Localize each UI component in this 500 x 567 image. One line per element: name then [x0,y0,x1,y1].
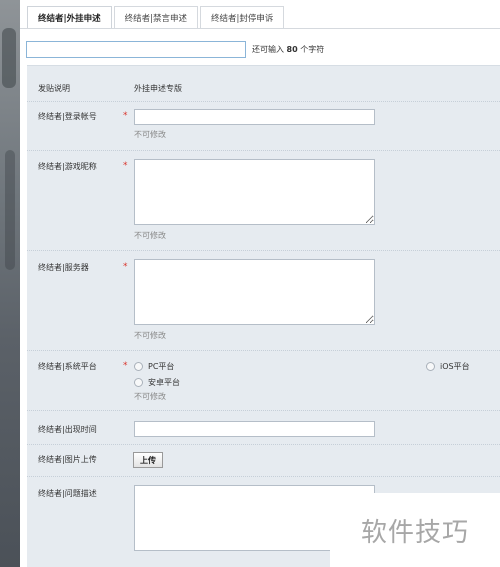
time-input[interactable] [134,421,375,437]
image-upload-label: 终结者|图片上传 [38,455,97,464]
radio-circle[interactable] [426,362,435,371]
radio-circle[interactable] [134,378,143,387]
row-divider [27,410,500,411]
platform-label: 终结者|系统平台 [38,362,97,371]
radio-label: iOS平台 [440,362,470,371]
char-count-suffix: 个字符 [300,45,325,54]
char-count: 还可输入 80 个字符 [252,44,324,55]
server-textarea[interactable] [134,259,375,325]
row-divider [27,101,500,102]
account-label: 终结者|登录帐号 [38,112,97,121]
server-label: 终结者|服务器 [38,263,89,272]
char-count-value: 80 [286,45,298,54]
nickname-label: 终结者|游戏昵称 [38,162,97,171]
server-hint: 不可修改 [134,331,166,340]
nickname-textarea[interactable] [134,159,375,225]
required-mark: * [123,262,128,272]
platform-radio-pc[interactable]: PC平台 [134,361,174,372]
background-tree [5,150,15,270]
required-mark: * [123,111,128,121]
platform-radio-ios[interactable]: iOS平台 [426,361,470,372]
required-mark: * [123,161,128,171]
tab-mute-appeal[interactable]: 终结者|禁言申述 [113,6,198,28]
subject-input[interactable] [26,41,246,58]
tab-divider [20,28,500,29]
account-hint: 不可修改 [134,130,166,139]
row-divider [27,476,500,477]
background-strip [0,0,20,567]
row-divider [27,350,500,351]
watermark: 软件技巧 [330,493,500,567]
subject-row: 还可输入 80 个字符 [26,41,324,58]
account-input[interactable] [134,109,375,125]
radio-label: PC平台 [148,362,175,371]
tab-cheat-appeal[interactable]: 终结者|外挂申述 [27,6,112,28]
platform-hint: 不可修改 [134,392,166,401]
watermark-text: 软件技巧 [360,517,469,548]
radio-label: 安卓平台 [148,378,180,387]
tab-ban-appeal[interactable]: 终结者|封停申诉 [199,6,285,28]
nickname-hint: 不可修改 [134,231,166,240]
row-divider [27,250,500,251]
time-label: 终结者|出现时间 [38,425,97,434]
post-note-value: 外挂申述专版 [134,84,182,93]
radio-circle[interactable] [134,362,143,371]
required-mark: * [123,361,128,371]
background-tree [2,28,16,88]
category-tabs: 终结者|外挂申述 终结者|禁言申述 终结者|封停申诉 [27,6,286,28]
row-divider [27,444,500,445]
upload-button[interactable]: 上传 [133,452,163,468]
char-count-prefix: 还可输入 [252,45,284,54]
post-note-label: 发贴说明 [38,84,70,93]
platform-radio-android[interactable]: 安卓平台 [134,377,180,388]
post-form-panel: 终结者|外挂申述 终结者|禁言申述 终结者|封停申诉 还可输入 80 个字符 发… [20,0,500,567]
description-label: 终结者|问题描述 [38,489,97,498]
appeal-form: 发贴说明 外挂申述专版 终结者|登录帐号 * 不可修改 终结者|游戏昵称 * 不… [27,65,500,567]
row-divider [27,150,500,151]
